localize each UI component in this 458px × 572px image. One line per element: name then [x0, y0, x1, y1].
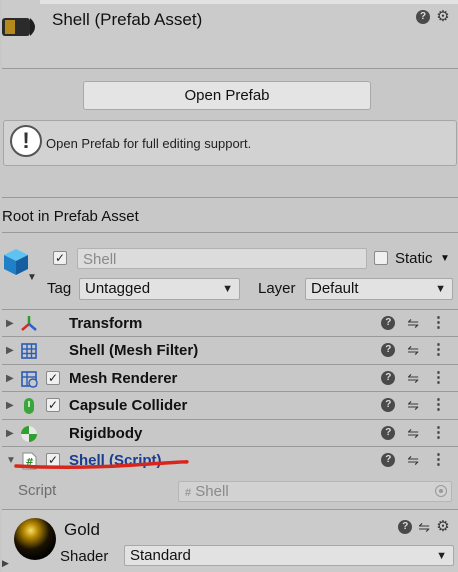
foldout-arrow-icon[interactable]: ▶	[6, 400, 14, 411]
component-tools: ? ⇋ ⋮	[381, 315, 446, 330]
shader-label: Shader	[60, 548, 109, 565]
presets-icon[interactable]: ⇋	[407, 371, 419, 385]
open-prefab-button[interactable]: Open Prefab	[83, 81, 371, 110]
prefab-thumbnail	[2, 8, 40, 48]
help-icon[interactable]: ?	[381, 316, 396, 330]
foldout-arrow-icon[interactable]: ▶	[2, 558, 9, 569]
help-icon[interactable]: ?	[381, 398, 396, 412]
component-header-transform[interactable]: ▶ Transform ? ⇋ ⋮	[2, 310, 458, 337]
component-header-rigidbody[interactable]: ▶ Rigidbody ? ⇋ ⋮	[2, 420, 458, 447]
presets-icon[interactable]: ⇋	[407, 343, 419, 357]
tag-label: Tag	[47, 280, 72, 297]
foldout-arrow-icon[interactable]: ▶	[6, 428, 14, 439]
kebab-menu-icon[interactable]: ⋮	[431, 452, 446, 467]
object-name-field[interactable]: Shell	[77, 248, 367, 269]
presets-icon[interactable]: ⇋	[418, 520, 430, 534]
component-tools: ? ⇋ ⋮	[381, 342, 446, 357]
material-section: Gold Shader Standard ▼ ? ⇋ ⚙ ▶	[2, 510, 458, 572]
help-icon[interactable]: ?	[381, 453, 396, 467]
layer-value: Default	[311, 280, 359, 297]
material-icons: ? ⇋ ⚙	[398, 519, 450, 534]
component-tools: ? ⇋ ⋮	[381, 425, 446, 440]
component-enabled-checkbox[interactable]: ✓	[46, 371, 60, 385]
help-icon[interactable]: ?	[398, 520, 413, 534]
material-name: Gold	[64, 520, 100, 539]
root-label: Root in Prefab Asset	[2, 208, 139, 225]
static-label: Static	[395, 250, 433, 267]
static-dropdown-icon[interactable]: ▼	[440, 253, 450, 264]
active-checkbox[interactable]: ✓	[53, 251, 67, 265]
page-title: Shell (Prefab Asset)	[52, 10, 203, 29]
kebab-menu-icon[interactable]: ⋮	[431, 315, 446, 330]
script-hash-icon: #	[185, 487, 192, 499]
kebab-menu-icon[interactable]: ⋮	[431, 397, 446, 412]
header-top-bar	[40, 0, 458, 4]
divider	[2, 197, 458, 198]
component-tools: ? ⇋ ⋮	[381, 452, 446, 467]
capsule-collider-icon	[20, 397, 38, 415]
shader-value: Standard	[130, 547, 191, 564]
object-picker-icon[interactable]	[435, 485, 447, 497]
help-box: ! Open Prefab for full editing support.	[3, 120, 457, 166]
chevron-down-icon[interactable]: ▼	[27, 272, 37, 283]
kebab-menu-icon[interactable]: ⋮	[431, 425, 446, 440]
component-label: Shell (Mesh Filter)	[69, 342, 199, 359]
rigidbody-icon	[20, 425, 38, 443]
help-text: Open Prefab for full editing support.	[46, 136, 252, 151]
help-icon[interactable]: ?	[381, 371, 396, 385]
presets-icon[interactable]: ⇋	[407, 398, 419, 412]
divider	[2, 68, 458, 69]
gear-icon[interactable]: ⚙	[436, 9, 450, 24]
layer-dropdown[interactable]: Default ▼	[305, 278, 453, 300]
foldout-arrow-icon[interactable]: ▶	[6, 318, 14, 329]
component-header-mesh-filter[interactable]: ▶ Shell (Mesh Filter) ? ⇋ ⋮	[2, 337, 458, 364]
chevron-down-icon: ▼	[222, 283, 233, 295]
help-icon[interactable]: ?	[381, 426, 396, 440]
shader-dropdown[interactable]: Standard ▼	[124, 545, 454, 566]
kebab-menu-icon[interactable]: ⋮	[431, 342, 446, 357]
chevron-down-icon: ▼	[436, 550, 447, 562]
foldout-arrow-icon[interactable]: ▶	[6, 373, 14, 384]
component-enabled-checkbox[interactable]: ✓	[46, 398, 60, 412]
cube-icon[interactable]	[3, 248, 29, 280]
layer-label: Layer	[258, 280, 296, 297]
component-label: Mesh Renderer	[69, 370, 178, 387]
header-icons: ? ⚙	[416, 9, 450, 24]
script-field-label: Script	[18, 482, 57, 499]
transform-icon	[20, 315, 38, 333]
mesh-filter-icon	[20, 342, 38, 360]
component-tools: ? ⇋ ⋮	[381, 397, 446, 412]
component-header-mesh-renderer[interactable]: ▶ ✓ Mesh Renderer ? ⇋ ⋮	[2, 365, 458, 392]
material-preview-sphere	[14, 518, 56, 560]
mesh-renderer-icon	[20, 370, 38, 388]
foldout-arrow-icon[interactable]: ▶	[6, 345, 14, 356]
component-tools: ? ⇋ ⋮	[381, 370, 446, 385]
component-label: Transform	[69, 315, 143, 332]
tag-value: Untagged	[85, 280, 151, 297]
tag-dropdown[interactable]: Untagged ▼	[79, 278, 240, 300]
info-icon: !	[10, 125, 42, 157]
gear-icon[interactable]: ⚙	[436, 519, 450, 534]
presets-icon[interactable]: ⇋	[407, 426, 419, 440]
component-header-capsule-collider[interactable]: ▶ ✓ Capsule Collider ? ⇋ ⋮	[2, 392, 458, 419]
annotation-underline	[14, 456, 189, 474]
divider	[2, 232, 458, 233]
presets-icon[interactable]: ⇋	[407, 316, 419, 330]
script-value: Shell	[195, 483, 229, 500]
kebab-menu-icon[interactable]: ⋮	[431, 370, 446, 385]
static-checkbox[interactable]	[374, 251, 388, 265]
chevron-down-icon: ▼	[435, 283, 446, 295]
component-label: Capsule Collider	[69, 397, 188, 414]
help-icon[interactable]: ?	[381, 343, 396, 357]
presets-icon[interactable]: ⇋	[407, 453, 419, 467]
help-icon[interactable]: ?	[416, 10, 430, 24]
component-label: Rigidbody	[69, 425, 143, 442]
script-object-field[interactable]: # Shell	[178, 481, 452, 502]
